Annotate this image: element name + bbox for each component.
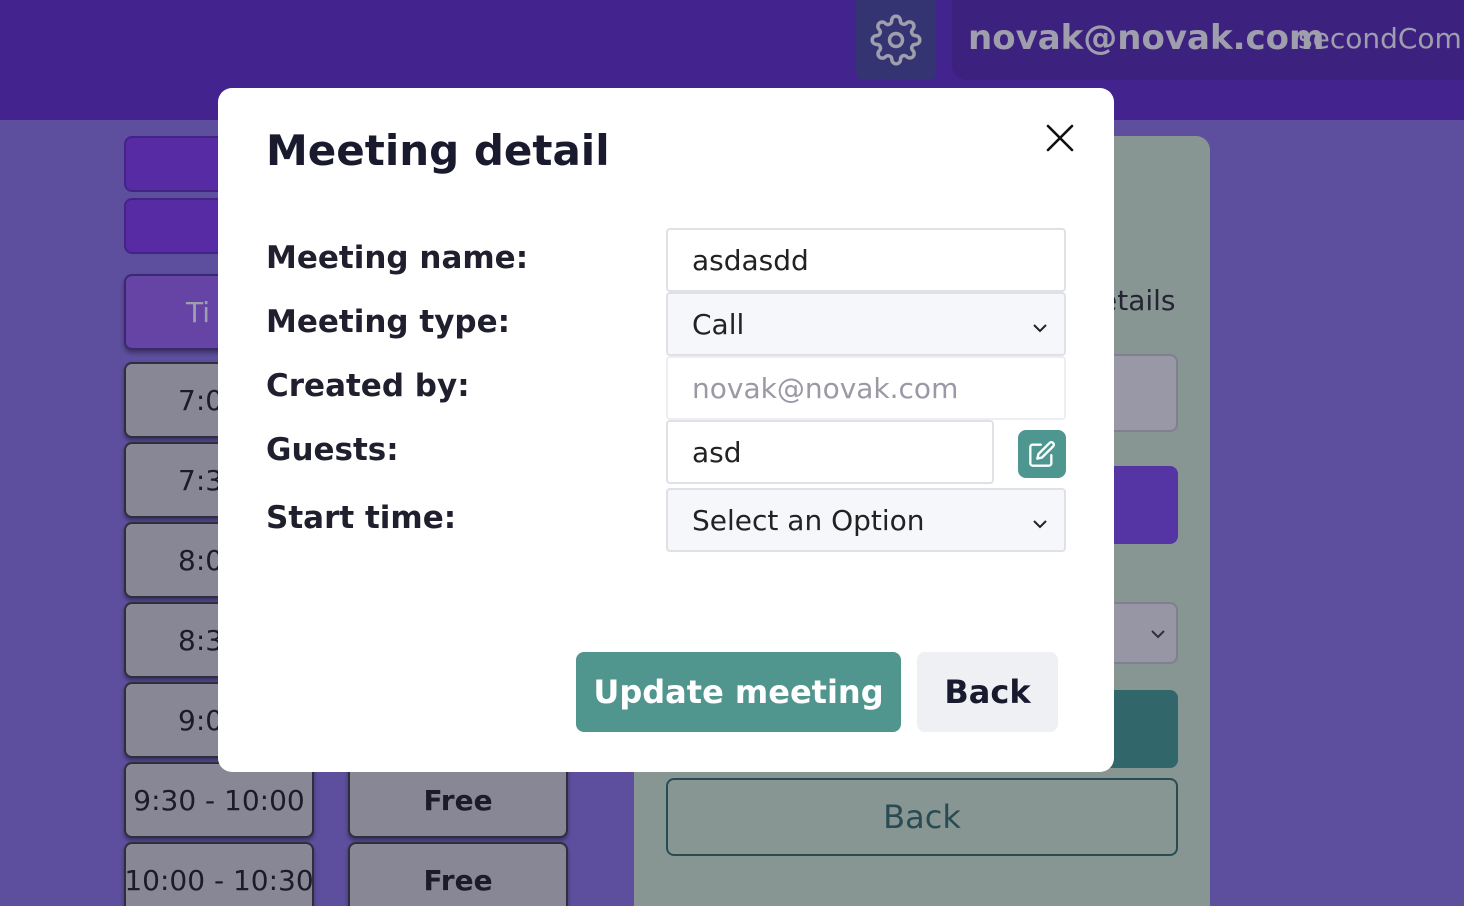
close-button[interactable] (1040, 118, 1080, 158)
close-icon (1046, 124, 1074, 152)
guests-label: Guests: (266, 432, 399, 468)
chevron-down-icon (1033, 520, 1047, 529)
edit-icon (1029, 441, 1055, 467)
modal-title: Meeting detail (266, 126, 610, 175)
created-by-field: novak@novak.com (666, 356, 1066, 420)
guests-value: asd (692, 435, 742, 469)
guests-input[interactable]: asd (666, 420, 994, 484)
edit-guests-button[interactable] (1018, 430, 1066, 478)
meeting-type-select[interactable]: Call (666, 292, 1066, 356)
meeting-type-label: Meeting type: (266, 304, 511, 340)
meeting-name-value: asdasdd (692, 243, 809, 277)
meeting-name-input[interactable]: asdasdd (666, 228, 1066, 292)
meeting-name-label: Meeting name: (266, 240, 529, 276)
meeting-type-value: Call (692, 307, 745, 341)
created-by-label: Created by: (266, 368, 470, 404)
start-time-value: Select an Option (692, 503, 925, 537)
start-time-label: Start time: (266, 500, 457, 536)
start-time-select[interactable]: Select an Option (666, 488, 1066, 552)
update-meeting-button[interactable]: Update meeting (576, 652, 901, 732)
created-by-value: novak@novak.com (692, 371, 959, 405)
chevron-down-icon (1033, 324, 1047, 333)
back-button[interactable]: Back (917, 652, 1058, 732)
meeting-detail-modal: Meeting detail Meeting name: asdasdd Mee… (218, 88, 1114, 772)
